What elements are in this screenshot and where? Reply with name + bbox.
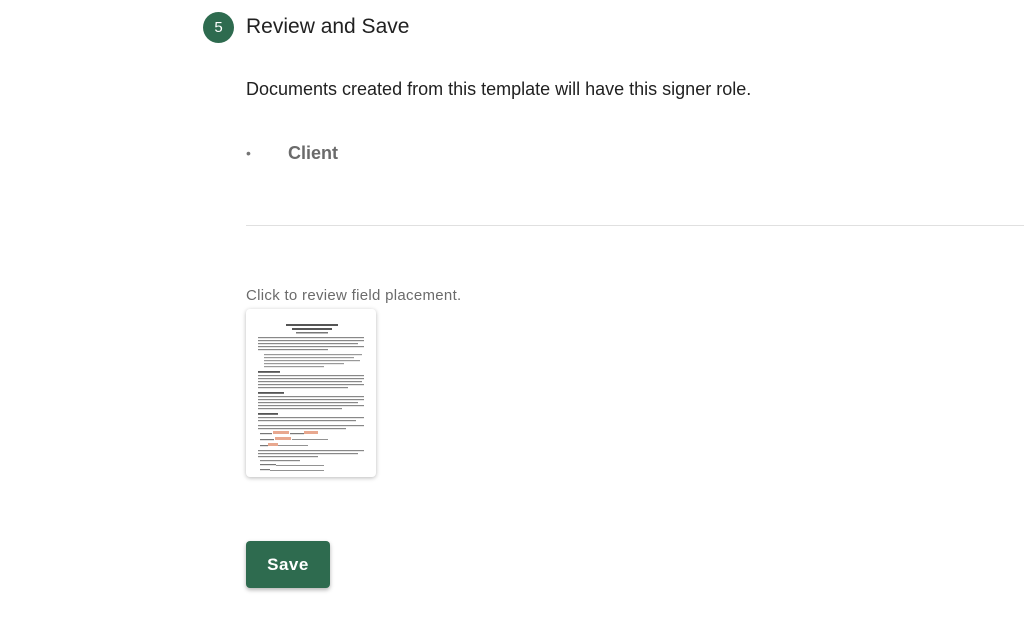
document-thumbnail[interactable] — [246, 309, 376, 477]
list-item: • Client — [246, 141, 338, 165]
signer-role-description: Documents created from this template wil… — [246, 79, 752, 99]
review-save-step: 5 Review and Save Documents created from… — [0, 0, 1024, 638]
step-title: Review and Save — [246, 15, 410, 38]
signer-role-name: Client — [288, 142, 339, 163]
document-preview-icon — [258, 324, 364, 471]
review-field-placement-hint: Click to review field placement. — [246, 287, 462, 304]
signer-role-list: • Client — [246, 141, 338, 165]
bullet-icon: • — [246, 145, 251, 161]
section-divider — [246, 225, 1024, 226]
step-number-badge: 5 — [203, 12, 234, 43]
save-button[interactable]: Save — [246, 541, 330, 588]
